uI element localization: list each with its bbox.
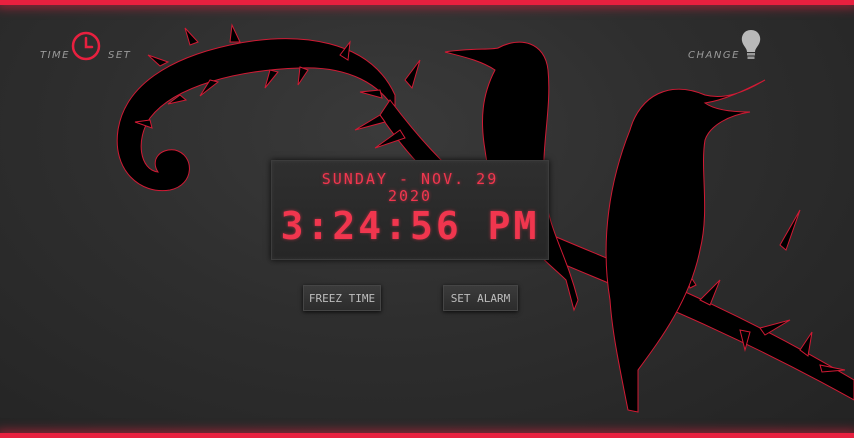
date-display: SUNDAY - NOV. 29 — [321, 170, 499, 188]
digital-clock-display: SUNDAY - NOV. 29 2020 3:24:56 PM — [271, 160, 549, 260]
change-theme-control[interactable]: CHANGE — [686, 28, 776, 68]
lightbulb-icon[interactable] — [740, 28, 762, 62]
clock-icon[interactable] — [70, 30, 102, 62]
freeze-time-button[interactable]: FREEZ TIME — [303, 285, 381, 311]
set-label: SET — [108, 50, 132, 61]
time-label: TIME — [40, 50, 71, 61]
time-set-control[interactable]: TIME SET — [40, 28, 140, 68]
bottom-glow-border — [0, 433, 854, 438]
year-display: 2020 — [387, 187, 433, 205]
time-display: 3:24:56 PM — [280, 204, 540, 248]
change-label: CHANGE — [688, 50, 740, 61]
set-alarm-button[interactable]: SET ALARM — [443, 285, 518, 311]
